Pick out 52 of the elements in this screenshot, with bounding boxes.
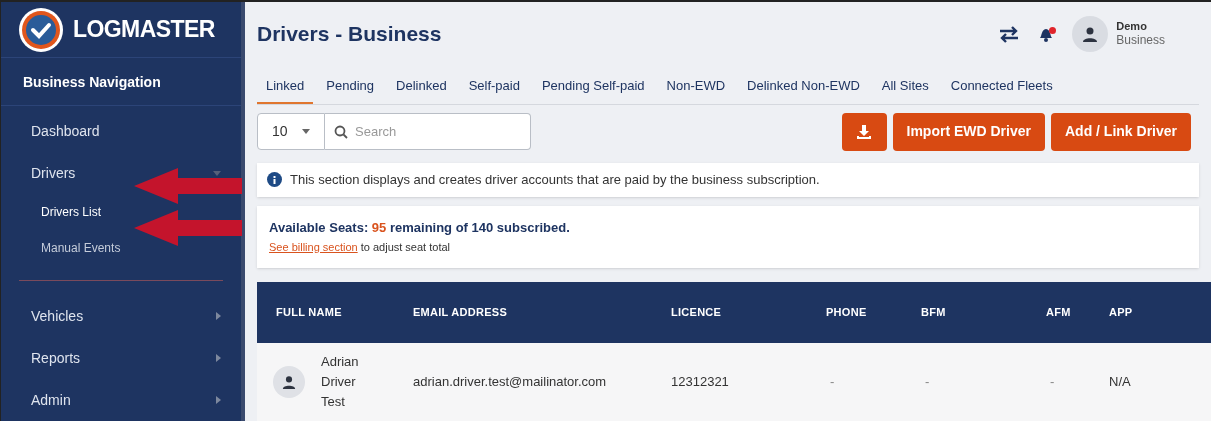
- column-header: LICENCE: [671, 305, 722, 318]
- table-cell-text: Adrian Driver Test: [321, 352, 360, 411]
- user-role: Business: [1116, 33, 1165, 49]
- sidebar-heading: Business Navigation: [1, 58, 241, 106]
- page-title: Drivers - Business: [257, 21, 443, 48]
- tab[interactable]: Linked: [257, 72, 314, 104]
- search-icon: [334, 125, 348, 139]
- sidebar-item[interactable]: Vehicles: [31, 305, 84, 327]
- action-button[interactable]: Add / Link Driver: [1050, 112, 1191, 151]
- table-cell-text: -: [1049, 373, 1055, 389]
- swap-arrows-icon[interactable]: [998, 25, 1021, 43]
- user-name: Demo: [1116, 19, 1148, 34]
- info-message: This section displays and creates driver accounts that are paid by the business subscription.: [290, 170, 820, 189]
- tab[interactable]: Delinked Non-EWD: [738, 72, 869, 104]
- column-header: EMAIL ADDRESS: [413, 305, 508, 318]
- user-avatar[interactable]: [1072, 16, 1109, 52]
- sidebar-item[interactable]: Admin: [31, 389, 71, 411]
- info-icon: [267, 172, 282, 187]
- column-header: BFM: [921, 305, 946, 318]
- tab[interactable]: Non-EWD: [657, 72, 735, 104]
- sidebar-item[interactable]: Dashboard: [31, 120, 100, 142]
- page-size-select[interactable]: 10: [257, 113, 325, 150]
- table-cell-text: -: [924, 373, 930, 389]
- caret-icon: [302, 129, 310, 134]
- table-cell: N/A: [1109, 373, 1131, 389]
- seat-note: to adjust seat total: [360, 241, 450, 253]
- sidebar-item[interactable]: Reports: [31, 347, 81, 369]
- table-cell: 12312321: [671, 373, 729, 389]
- tab[interactable]: Self-paid: [459, 72, 529, 104]
- tab[interactable]: Delinked: [387, 72, 456, 104]
- sidebar-subitem[interactable]: Drivers List: [41, 203, 101, 221]
- column-header: AFM: [1046, 305, 1071, 318]
- sidebar-subitem[interactable]: Manual Events: [41, 239, 121, 257]
- billing-link[interactable]: See billing section: [269, 241, 358, 253]
- tab[interactable]: Pending Self-paid: [532, 72, 654, 104]
- table-cell-text: -: [829, 373, 835, 389]
- download-button[interactable]: [841, 112, 887, 151]
- clock-check-icon: [17, 5, 65, 54]
- column-header: FULL NAME: [276, 305, 342, 318]
- download-icon: [857, 124, 871, 139]
- tab[interactable]: Pending: [317, 72, 384, 104]
- column-header: APP: [1109, 305, 1133, 318]
- tab[interactable]: All Sites: [872, 72, 938, 104]
- table-cell: adrian.driver.test@mailinator.com: [413, 373, 607, 389]
- sidebar-item[interactable]: Drivers: [31, 162, 76, 184]
- avatar-icon: [273, 365, 305, 398]
- tab[interactable]: Connected Fleets: [941, 72, 1062, 104]
- action-button[interactable]: Import EWD Driver: [892, 112, 1045, 151]
- column-header: PHONE: [826, 305, 867, 318]
- logo-text: LOGMASTER: [73, 15, 215, 45]
- search-field[interactable]: Search: [325, 113, 531, 150]
- seats-summary: Available Seats: 95 remaining of 140 subscribed.: [269, 218, 571, 237]
